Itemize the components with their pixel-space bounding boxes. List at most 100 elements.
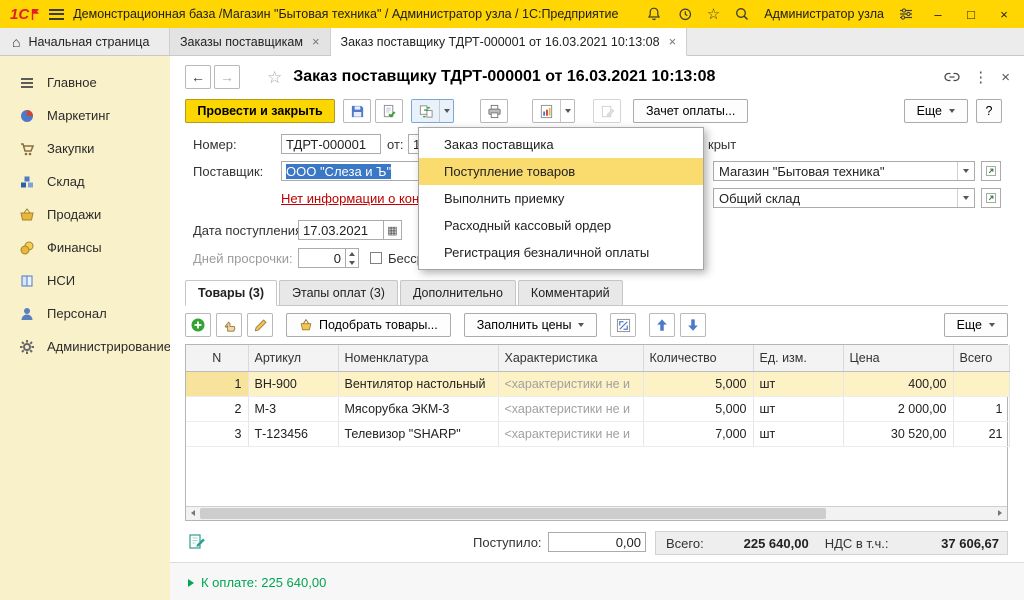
table-row[interactable]: 2 М-3 Мясорубка ЭКМ-3 <характеристики не… [186, 396, 1009, 421]
menu-item-cashless-payment-registration[interactable]: Регистрация безналичной оплаты [419, 239, 703, 266]
main-menu-icon[interactable] [49, 9, 64, 20]
warehouse-dropdown-icon[interactable] [957, 189, 974, 207]
add-row-button[interactable] [185, 313, 211, 337]
edit-document-button[interactable] [593, 99, 621, 123]
cell-n[interactable]: 3 [186, 421, 248, 446]
overdue-spinner[interactable] [346, 248, 359, 268]
edit-row-button[interactable] [247, 313, 273, 337]
move-up-button[interactable] [649, 313, 675, 337]
favorites-star-icon[interactable]: ☆ [707, 7, 720, 22]
create-based-on-icon[interactable] [412, 100, 439, 122]
cell-price[interactable]: 400,00 [843, 371, 953, 396]
post-and-close-button[interactable]: Провести и закрыть [185, 99, 335, 123]
cell-characteristic[interactable]: <характеристики не и [498, 371, 643, 396]
sidebar-item-finance[interactable]: Финансы [0, 231, 170, 264]
tab-additional[interactable]: Дополнительно [400, 280, 516, 305]
cell-total[interactable]: 21 [953, 421, 1009, 446]
cell-article[interactable]: М-3 [248, 396, 338, 421]
tab-supplier-orders[interactable]: Заказы поставщикам × [170, 28, 331, 55]
cell-quantity[interactable]: 5,000 [643, 396, 753, 421]
forward-button[interactable]: → [214, 65, 240, 89]
sliders-icon[interactable] [897, 5, 915, 23]
tab-payment-stages[interactable]: Этапы оплат (3) [279, 280, 398, 305]
cell-article[interactable]: Т-123456 [248, 421, 338, 446]
goods-more-button[interactable]: Еще [944, 313, 1008, 337]
cell-article[interactable]: ВН-900 [248, 371, 338, 396]
fill-prices-button[interactable]: Заполнить цены [464, 313, 598, 337]
tab-close-icon[interactable]: × [669, 35, 677, 48]
back-button[interactable]: ← [185, 65, 211, 89]
close-window-button[interactable]: × [994, 8, 1014, 21]
spin-up-icon[interactable] [346, 249, 358, 258]
form-more-button[interactable]: Еще [904, 99, 968, 123]
sidebar-item-warehouse[interactable]: Склад [0, 165, 170, 198]
cell-unit[interactable]: шт [753, 421, 843, 446]
menu-item-perform-acceptance[interactable]: Выполнить приемку [419, 185, 703, 212]
cell-n[interactable]: 2 [186, 396, 248, 421]
sidebar-item-personnel[interactable]: Персонал [0, 297, 170, 330]
sidebar-item-main[interactable]: Главное [0, 66, 170, 99]
counterparty-info-link[interactable]: Нет информации о кон [281, 191, 419, 206]
sidebar-item-sales[interactable]: Продажи [0, 198, 170, 231]
scrollbar-track[interactable] [200, 507, 993, 520]
reports-button[interactable] [532, 99, 575, 123]
menu-item-cash-outflow-order[interactable]: Расходный кассовый ордер [419, 212, 703, 239]
create-based-on-dropdown[interactable] [439, 100, 453, 122]
cell-n[interactable]: 1 [186, 371, 248, 396]
tab-supplier-order-document[interactable]: Заказ поставщику ТДРТ-000001 от 16.03.20… [331, 28, 688, 56]
sidebar-item-administration[interactable]: Администрирование [0, 330, 170, 363]
store-dropdown-icon[interactable] [957, 162, 974, 180]
store-open-button[interactable] [981, 161, 1001, 181]
horizontal-scrollbar[interactable] [186, 506, 1007, 520]
home-page-tab[interactable]: ⌂ Начальная страница [0, 28, 170, 55]
notes-icon[interactable] [188, 532, 206, 553]
overdue-days-input[interactable] [298, 248, 346, 268]
help-button[interactable]: ? [976, 99, 1002, 123]
maximize-button[interactable]: □ [961, 8, 981, 21]
cell-price[interactable]: 30 520,00 [843, 421, 953, 446]
minimize-button[interactable]: – [928, 8, 948, 21]
create-based-on-button[interactable] [411, 99, 454, 123]
post-button[interactable] [375, 99, 403, 123]
reports-dropdown[interactable] [560, 100, 574, 122]
report-icon[interactable] [533, 100, 560, 122]
cell-price[interactable]: 2 000,00 [843, 396, 953, 421]
cell-nomenclature[interactable]: Мясорубка ЭКМ-3 [338, 396, 498, 421]
store-combo[interactable]: Магазин "Бытовая техника" [713, 161, 975, 181]
cell-nomenclature[interactable]: Телевизор "SHARP" [338, 421, 498, 446]
menu-item-goods-receipt[interactable]: Поступление товаров [419, 158, 703, 185]
scroll-right-icon[interactable] [993, 507, 1007, 520]
warehouse-open-button[interactable] [981, 188, 1001, 208]
cell-characteristic[interactable]: <характеристики не и [498, 421, 643, 446]
tab-goods[interactable]: Товары (3) [185, 280, 277, 306]
termless-checkbox[interactable] [370, 252, 382, 264]
expand-table-button[interactable] [610, 313, 636, 337]
table-row[interactable]: 1 ВН-900 Вентилятор настольный <характер… [186, 371, 1009, 396]
warehouse-combo[interactable]: Общий склад [713, 188, 975, 208]
sidebar-item-purchases[interactable]: Закупки [0, 132, 170, 165]
received-input[interactable] [548, 532, 646, 552]
pick-goods-button[interactable]: Подобрать товары... [286, 313, 451, 337]
cell-nomenclature[interactable]: Вентилятор настольный [338, 371, 498, 396]
sidebar-item-marketing[interactable]: Маркетинг [0, 99, 170, 132]
more-actions-icon[interactable]: ⋮ [973, 68, 988, 86]
search-icon[interactable] [733, 5, 751, 23]
cell-characteristic[interactable]: <характеристики не и [498, 396, 643, 421]
favorite-star-icon[interactable]: ☆ [267, 69, 282, 86]
cell-total[interactable]: 1 [953, 396, 1009, 421]
print-button[interactable] [480, 99, 508, 123]
number-input[interactable] [281, 134, 381, 154]
receipt-date-input[interactable] [298, 220, 384, 240]
cell-total[interactable] [953, 371, 1009, 396]
tab-close-icon[interactable]: × [312, 35, 320, 48]
tab-comment[interactable]: Комментарий [518, 280, 623, 305]
save-button[interactable] [343, 99, 371, 123]
scrollbar-thumb[interactable] [200, 508, 826, 519]
menu-item-supplier-order[interactable]: Заказ поставщика [419, 131, 703, 158]
cell-unit[interactable]: шт [753, 396, 843, 421]
to-pay-link[interactable]: К оплате: 225 640,00 [188, 575, 326, 590]
calendar-icon[interactable]: ▦ [384, 220, 402, 240]
payment-offset-button[interactable]: Зачет оплаты... [633, 99, 748, 123]
cell-quantity[interactable]: 7,000 [643, 421, 753, 446]
sidebar-item-nsi[interactable]: НСИ [0, 264, 170, 297]
